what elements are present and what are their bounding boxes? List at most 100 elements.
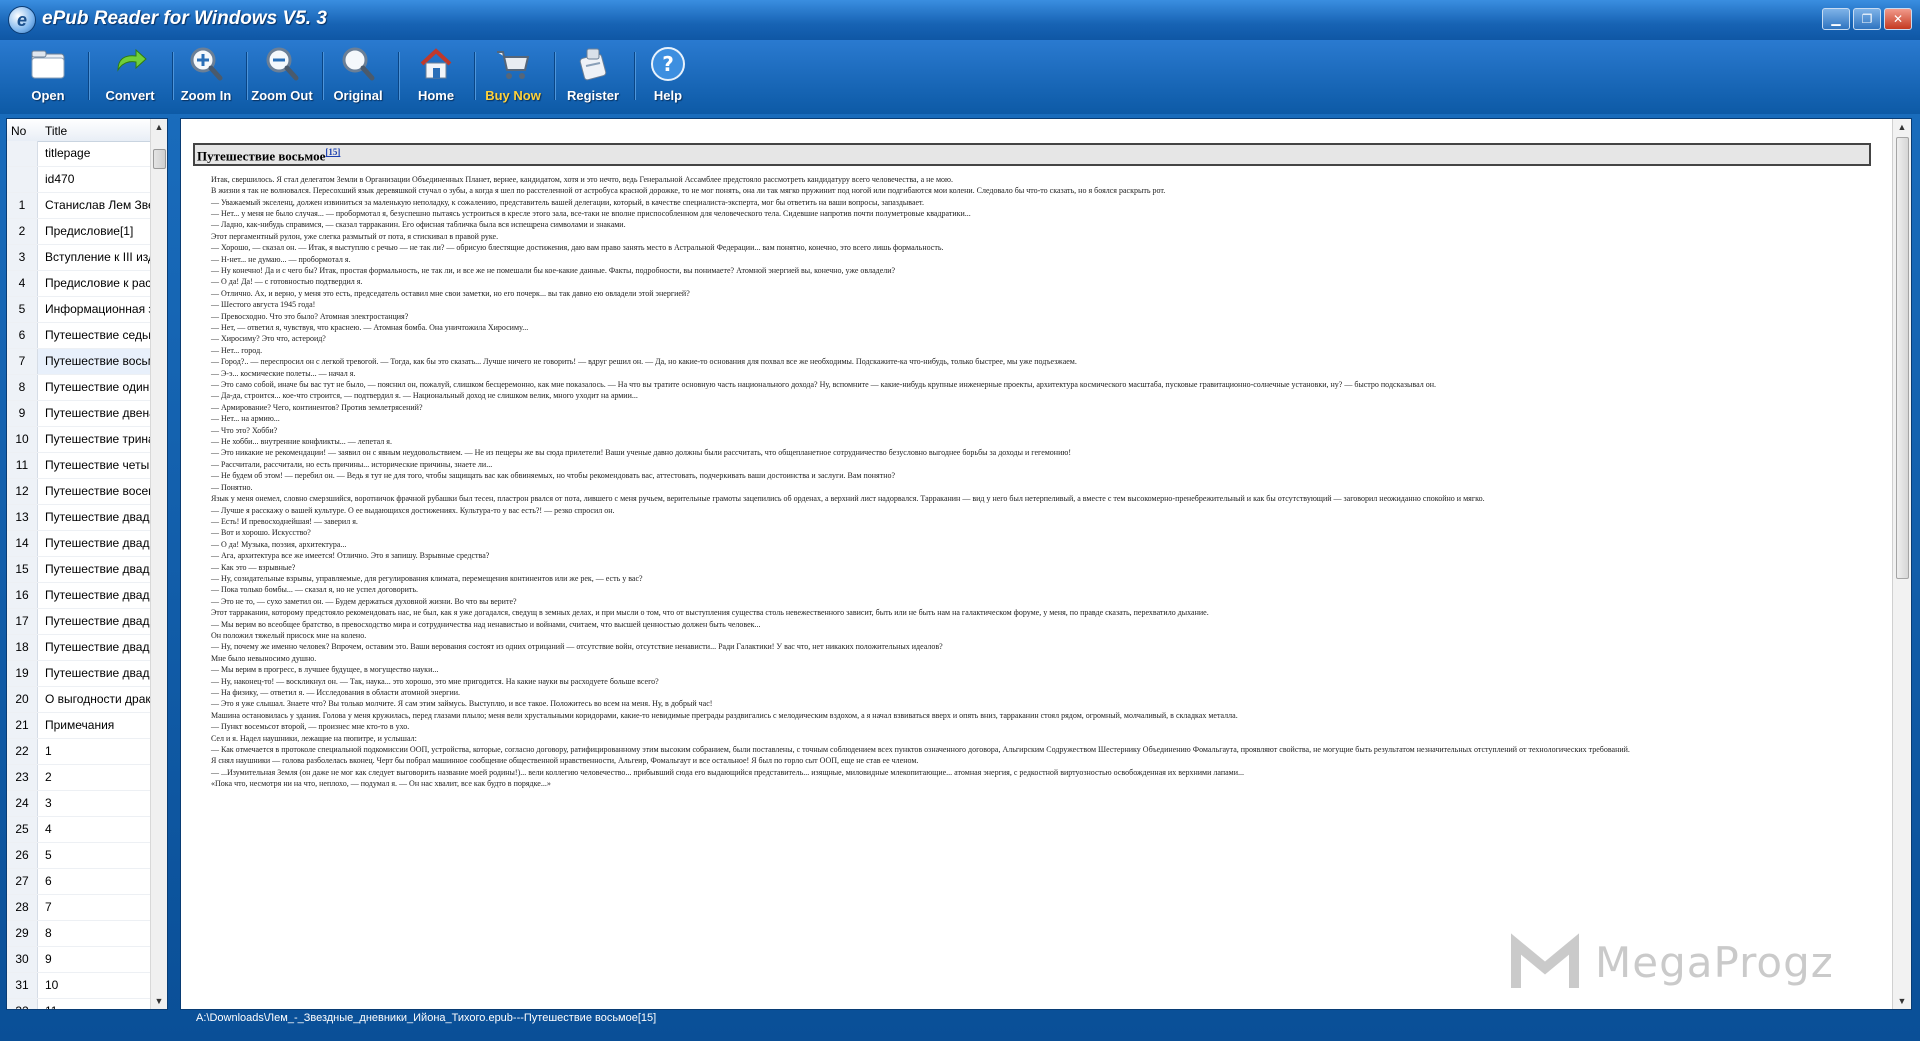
document-body: Путешествие восьмое[15] Итак, свершилось… xyxy=(193,143,1871,993)
watermark-logo-icon xyxy=(1511,933,1579,988)
help-label: Help xyxy=(653,88,683,103)
toc-row[interactable]: 18 Путешествие двадц xyxy=(7,635,151,661)
scroll-down-icon[interactable]: ▼ xyxy=(151,993,167,1009)
toc-row[interactable]: 26 5 xyxy=(7,843,151,869)
restore-button[interactable]: ❐ xyxy=(1853,8,1881,30)
toc-row-number: 31 xyxy=(7,973,38,998)
toc-row[interactable]: id470 xyxy=(7,167,151,193)
toc-header-no[interactable]: No xyxy=(11,124,26,138)
toc-row[interactable]: 2 Предисловие[1] xyxy=(7,219,151,245)
paragraph: — Нет... на армию... xyxy=(211,414,280,424)
toc-row[interactable]: 1 Станислав Лем Звез xyxy=(7,193,151,219)
paragraph: — Ну, наконец-то! — воскликнул он. — Так… xyxy=(211,676,659,686)
toc-row[interactable]: 17 Путешествие двадц xyxy=(7,609,151,635)
toc-row[interactable]: 14 Путешествие двадц xyxy=(7,531,151,557)
toc-row[interactable]: 5 Информационная за xyxy=(7,297,151,323)
convert-button[interactable]: Convert xyxy=(96,44,164,110)
toc-row[interactable]: 11 Путешествие четыр xyxy=(7,453,151,479)
toc-row[interactable]: titlepage xyxy=(7,141,151,167)
toc-row-number: 32 xyxy=(7,999,38,1009)
toc-row-number: 18 xyxy=(7,635,38,660)
original-button[interactable]: Original xyxy=(326,44,390,110)
home-button[interactable]: Home xyxy=(406,44,466,110)
toc-row[interactable]: 23 2 xyxy=(7,765,151,791)
close-button[interactable]: ✕ xyxy=(1884,8,1912,30)
toc-scroll-thumb[interactable] xyxy=(153,149,166,169)
toc-row-number: 30 xyxy=(7,947,38,972)
reading-pane[interactable]: Путешествие восьмое[15] Итак, свершилось… xyxy=(180,118,1912,1010)
paragraph: — Ну конечно! Да и с чего бы? Итак, прос… xyxy=(211,265,896,275)
toc-row-number: 7 xyxy=(7,349,38,374)
toc-row[interactable]: 16 Путешествие двадц xyxy=(7,583,151,609)
paragraph: В жизни я так не волновался. Пересохший … xyxy=(211,186,1166,196)
paragraph: Я снял наушники — голова разболелась вко… xyxy=(211,756,919,766)
watermark: MegaProgz xyxy=(1500,920,1880,1000)
toolbar-divider xyxy=(322,52,323,100)
toc-scrollbar[interactable]: ▲ ▼ xyxy=(150,119,167,1009)
home-label: Home xyxy=(417,88,455,103)
toc-row[interactable]: 8 Путешествие одинн xyxy=(7,375,151,401)
toc-row-title: Путешествие седьм xyxy=(45,328,151,342)
toc-row[interactable]: 13 Путешествие двадц xyxy=(7,505,151,531)
paragraph: — Город?.. — переспросил он с легкой тре… xyxy=(211,357,1077,367)
paragraph: — Лучше я расскажу о вашей культуре. О е… xyxy=(211,505,615,515)
toc-row-title: 7 xyxy=(45,900,52,914)
toc-row[interactable]: 22 1 xyxy=(7,739,151,765)
content-scroll-thumb[interactable] xyxy=(1896,137,1909,579)
svg-text:?: ? xyxy=(662,52,674,76)
zoom-in-icon xyxy=(190,47,223,81)
open-button[interactable]: Open xyxy=(18,44,78,110)
toolbar-divider xyxy=(398,52,399,100)
toc-row-title: Станислав Лем Звез xyxy=(45,198,151,212)
help-button[interactable]: ? Help xyxy=(642,44,694,110)
toc-row[interactable]: 6 Путешествие седьм xyxy=(7,323,151,349)
toc-row-number: 19 xyxy=(7,661,38,686)
toc-row[interactable]: 32 11 xyxy=(7,999,151,1009)
scroll-up-icon[interactable]: ▲ xyxy=(1893,119,1911,135)
zoom-out-button[interactable]: Zoom Out xyxy=(250,44,314,110)
paragraph: — Пока только бомбы... — сказал я, но не… xyxy=(211,585,419,595)
toc-row[interactable]: 27 6 xyxy=(7,869,151,895)
paragraph: — Нет... город. xyxy=(211,345,263,355)
content-scrollbar[interactable]: ▲ ▼ xyxy=(1892,119,1911,1009)
toc-row[interactable]: 9 Путешествие двена xyxy=(7,401,151,427)
toc-row[interactable]: 30 9 xyxy=(7,947,151,973)
toc-row[interactable]: 4 Предисловие к расш xyxy=(7,271,151,297)
toc-row[interactable]: 25 4 xyxy=(7,817,151,843)
scroll-down-icon[interactable]: ▼ xyxy=(1893,993,1911,1009)
toc-row[interactable]: 28 7 xyxy=(7,895,151,921)
toc-row[interactable]: 15 Путешествие двадц xyxy=(7,557,151,583)
toc-row-number: 5 xyxy=(7,297,38,322)
toc-row[interactable]: 29 8 xyxy=(7,921,151,947)
paragraph: — Вот и хорошо. Искусство? xyxy=(211,528,311,538)
toc-row-number: 4 xyxy=(7,271,38,296)
scroll-up-icon[interactable]: ▲ xyxy=(151,119,167,135)
minimize-button[interactable]: ▁ xyxy=(1822,8,1850,30)
toc-row[interactable]: 3 Вступление к III изд xyxy=(7,245,151,271)
title-bar[interactable]: e ePub Reader for Windows V5. 3 ▁ ❐ ✕ xyxy=(0,0,1920,41)
toc-row[interactable]: 20 О выгодности драк xyxy=(7,687,151,713)
app-logo-icon: e xyxy=(8,6,36,34)
toc-row[interactable]: 10 Путешествие трина xyxy=(7,427,151,453)
toolbar: Open Convert Zoom In Zoom Out Original H… xyxy=(0,40,1920,114)
toc-row-number: 13 xyxy=(7,505,38,530)
toc-row-number: 9 xyxy=(7,401,38,426)
toc-row[interactable]: 12 Путешествие восем xyxy=(7,479,151,505)
zoom-in-button[interactable]: Zoom In xyxy=(176,44,236,110)
toc-row-title: 8 xyxy=(45,926,52,940)
magnifier-icon xyxy=(342,47,375,81)
toc-row[interactable]: 24 3 xyxy=(7,791,151,817)
toc-row[interactable]: 31 10 xyxy=(7,973,151,999)
paragraph: Этот пергаментный рулон, уже слегка разм… xyxy=(211,231,499,241)
register-button[interactable]: Register xyxy=(560,44,626,110)
toc-row[interactable]: 19 Путешествие двадц xyxy=(7,661,151,687)
footnote-link[interactable]: [15] xyxy=(325,147,340,157)
toolbar-divider xyxy=(246,52,247,100)
paragraph: Машина остановилась у здания. Голова у м… xyxy=(211,710,1238,720)
toc-header-title[interactable]: Title xyxy=(45,124,67,138)
paragraph: — Это не то, — сухо заметил он. — Будем … xyxy=(211,596,517,606)
convert-arrow-icon xyxy=(117,48,147,72)
buy-now-button[interactable]: Buy Now xyxy=(480,44,546,110)
toc-row[interactable]: 7 Путешествие восьм xyxy=(7,349,151,375)
toc-row[interactable]: 21 Примечания xyxy=(7,713,151,739)
